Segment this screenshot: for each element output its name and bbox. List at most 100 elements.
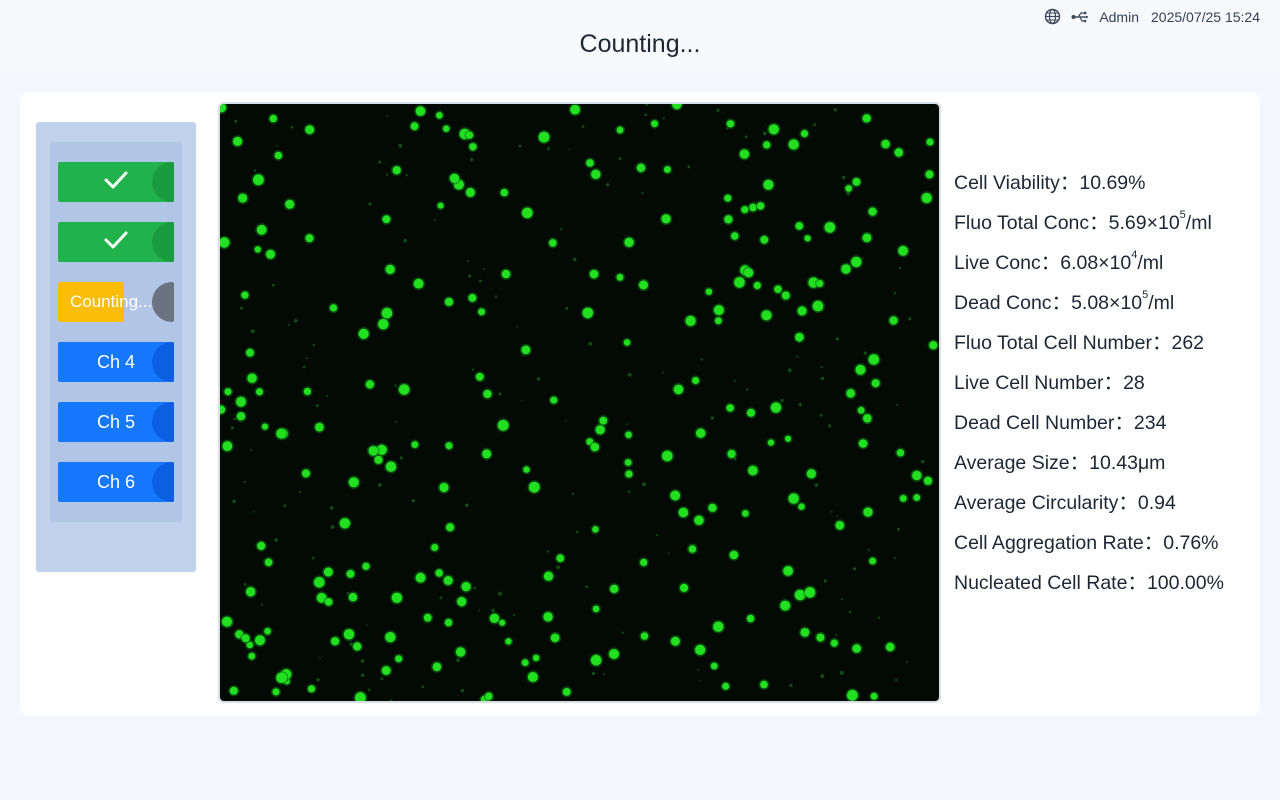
cell (411, 441, 419, 448)
cell (869, 557, 876, 565)
cell (482, 449, 492, 459)
channel-4-button[interactable]: Ch 4 (58, 342, 174, 382)
background-speck (585, 585, 588, 588)
cell (543, 612, 553, 622)
stat-cell-viability: Cell Viability：10.69% (954, 168, 1254, 208)
cell (862, 233, 872, 243)
fluorescence-image[interactable] (218, 102, 941, 703)
cell (870, 692, 878, 700)
background-speck (572, 257, 577, 262)
background-speck (641, 192, 644, 195)
cell (912, 470, 922, 481)
user-name[interactable]: Admin (1099, 9, 1139, 25)
globe-icon[interactable] (1044, 8, 1061, 25)
stat-value: 5.69×10 (1108, 212, 1180, 234)
cell (852, 644, 861, 653)
background-speck (494, 295, 498, 298)
cell (685, 315, 696, 326)
cell (761, 310, 772, 321)
cell (500, 188, 508, 197)
cell (314, 577, 325, 588)
cell (662, 450, 673, 462)
cell (549, 239, 557, 247)
stat-value: 262 (1171, 332, 1205, 354)
background-speck (820, 674, 825, 679)
background-speck (700, 358, 703, 361)
cell (925, 170, 934, 179)
cell (550, 633, 560, 643)
background-speck (386, 115, 389, 117)
cell (241, 291, 249, 299)
cell (589, 269, 599, 279)
cell (783, 566, 793, 576)
channel-3-button[interactable]: Counting... (58, 282, 174, 322)
background-speck (469, 157, 474, 162)
background-speck (547, 147, 551, 151)
cell (688, 545, 697, 553)
cell (748, 465, 758, 476)
background-speck (232, 499, 236, 504)
cell (374, 455, 383, 464)
channel-1-button[interactable] (58, 162, 174, 202)
background-speck (762, 131, 767, 136)
cell (926, 138, 934, 146)
channel-4-cap (152, 342, 174, 382)
cell (708, 503, 717, 512)
cell (664, 166, 671, 173)
cell (724, 215, 733, 224)
background-speck (378, 160, 382, 164)
cell (381, 307, 393, 319)
background-speck (568, 148, 571, 151)
background-speck (395, 420, 398, 423)
cell (636, 163, 646, 172)
cell (804, 587, 816, 598)
cell (550, 396, 558, 404)
background-speck (733, 379, 736, 382)
stat-value: 10.69% (1079, 172, 1146, 194)
background-speck (644, 113, 647, 117)
cell (468, 294, 477, 302)
background-speck (877, 616, 880, 619)
channel-5-button[interactable]: Ch 5 (58, 402, 174, 442)
cell (343, 629, 355, 640)
cell (582, 307, 594, 319)
cell (816, 633, 825, 642)
cell (871, 379, 880, 388)
cell (505, 638, 512, 645)
cell (800, 628, 810, 637)
stat-live-conc: Live Conc：6.08×104/ml (954, 248, 1254, 288)
cell (726, 404, 734, 412)
cell (256, 388, 263, 396)
background-speck (661, 371, 664, 374)
cell (858, 439, 868, 448)
cell (763, 179, 774, 190)
cell (610, 584, 619, 594)
background-speck (581, 125, 585, 128)
cell (521, 345, 531, 355)
cell (469, 143, 477, 151)
cell (713, 305, 724, 316)
stat-fluo-total-cell-number: Fluo Total Cell Number：262 (954, 328, 1254, 368)
cell (763, 141, 771, 149)
cell (339, 518, 351, 529)
background-speck (385, 173, 389, 176)
stat-label: Dead Cell Number： (954, 412, 1134, 434)
background-speck (290, 125, 294, 129)
cell (382, 215, 391, 224)
stat-value: 0.76% (1163, 532, 1219, 554)
cell (781, 291, 790, 300)
background-speck (867, 549, 870, 552)
cell (639, 280, 648, 290)
cell (528, 481, 540, 493)
channel-6-button[interactable]: Ch 6 (58, 462, 174, 502)
usb-icon[interactable] (1071, 11, 1089, 23)
background-speck (828, 424, 832, 428)
background-speck (434, 219, 436, 222)
channel-2-button[interactable] (58, 222, 174, 262)
background-speck (272, 283, 275, 287)
channel-3-label: Counting... (70, 292, 153, 311)
cell (921, 192, 932, 204)
cell (246, 348, 254, 357)
background-speck (536, 377, 541, 381)
background-speck (293, 319, 298, 323)
